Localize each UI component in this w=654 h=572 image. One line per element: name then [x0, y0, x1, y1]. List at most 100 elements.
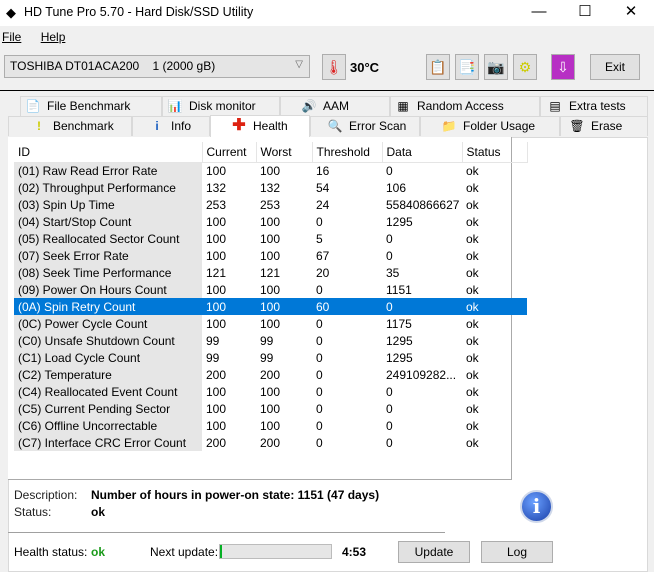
tab-disk-monitor[interactable]: 📊 Disk monitor — [162, 96, 280, 116]
raw-data: 1295 — [386, 214, 413, 229]
table-row[interactable]: (0A) Spin Retry Count 100 100 60 0 ok — [14, 298, 527, 315]
maximize-button[interactable]: ☐ — [562, 0, 608, 26]
copy-button[interactable]: 📋 — [426, 54, 450, 80]
column-header[interactable]: Threshold — [312, 142, 383, 163]
table-row[interactable]: (C5) Current Pending Sector 100 100 0 0 ok — [14, 400, 527, 417]
screenshot-button[interactable]: 📷 — [484, 54, 508, 80]
worst-value: 100 — [256, 298, 312, 315]
status: ok — [462, 298, 527, 315]
save-button[interactable]: ⇩ — [551, 54, 575, 80]
tab-label: Benchmark — [53, 119, 114, 133]
raw-data: 249109282... — [386, 367, 457, 382]
status: ok — [466, 350, 479, 365]
worst-value: 100 — [260, 163, 281, 178]
tab-info[interactable]: i Info — [132, 116, 210, 136]
copy-all-button[interactable]: 📑 — [455, 54, 479, 80]
threshold-value: 0 — [316, 435, 323, 450]
file-benchmark-icon: 📄 — [25, 99, 41, 113]
menu-file[interactable]: File — [0, 28, 25, 44]
close-button[interactable]: ✕ — [608, 0, 654, 26]
worst-value: 100 — [260, 418, 281, 433]
tab-file-benchmark[interactable]: 📄 File Benchmark — [20, 96, 162, 116]
raw-data: 1151 — [386, 282, 412, 297]
worst-value: 121 — [260, 265, 281, 280]
divider — [0, 90, 654, 91]
column-header[interactable]: Status — [462, 142, 528, 163]
menu-help[interactable]: Help — [39, 28, 70, 44]
trash-icon: 🗑 — [569, 119, 585, 133]
temperature-button[interactable]: 🌡 — [322, 54, 346, 80]
table-row[interactable]: (08) Seek Time Performance 121 121 20 35 ok — [14, 264, 527, 281]
column-header[interactable]: Data — [382, 142, 463, 163]
threshold-value: 0 — [316, 316, 323, 331]
table-row[interactable]: (07) Seek Error Rate 100 100 67 0 ok — [14, 247, 527, 264]
tab-label: AAM — [323, 99, 350, 113]
tab-benchmark[interactable]: ! Benchmark — [8, 116, 132, 136]
tab-health[interactable]: ✚ Health — [210, 115, 310, 137]
threshold-value: 0 — [316, 214, 323, 229]
worst-value: 253 — [260, 197, 281, 212]
table-row[interactable]: (C1) Load Cycle Count 99 99 0 1295 ok — [14, 349, 527, 366]
attribute-id: (C4) Reallocated Event Count — [14, 383, 202, 400]
update-button[interactable]: Update — [398, 541, 470, 563]
table-row[interactable]: (01) Raw Read Error Rate 100 100 16 0 ok — [14, 162, 527, 179]
table-row[interactable]: (C6) Offline Uncorrectable 100 100 0 0 ok — [14, 417, 527, 434]
minimize-button[interactable]: — — [516, 0, 562, 26]
red-cross-icon: ✚ — [232, 117, 246, 134]
table-row[interactable]: (02) Throughput Performance 132 132 54 106 ok — [14, 179, 527, 196]
status: ok — [466, 367, 479, 382]
table-row[interactable]: (05) Reallocated Sector Count 100 100 5 0 ok — [14, 230, 527, 247]
current-value: 100 — [206, 401, 227, 416]
column-header[interactable]: ID — [14, 142, 203, 163]
raw-data: 106 — [386, 180, 407, 195]
raw-data: 1295 — [386, 333, 413, 348]
temperature-value: 30°C — [350, 60, 380, 75]
table-row[interactable]: (C0) Unsafe Shutdown Count 99 99 0 1295 ok — [14, 332, 527, 349]
raw-data: 0 — [386, 435, 393, 450]
raw-data: 0 — [382, 298, 462, 315]
tab-error-scan[interactable]: 🔍 Error Scan — [310, 116, 420, 136]
raw-data: 1175 — [386, 316, 412, 331]
worst-value: 100 — [260, 316, 281, 331]
status: ok — [466, 197, 479, 212]
current-value: 100 — [206, 214, 227, 229]
status: ok — [466, 163, 479, 178]
tab-erase[interactable]: 🗑 Erase — [560, 116, 648, 136]
tab-label: Health — [253, 119, 288, 133]
tab-label: Error Scan — [349, 119, 407, 133]
threshold-value: 0 — [316, 367, 323, 382]
options-button[interactable]: ⚙ — [513, 54, 537, 80]
table-row[interactable]: (09) Power On Hours Count 100 100 0 1151 ok — [14, 281, 527, 298]
description-label: Description: — [14, 488, 78, 502]
current-value: 100 — [206, 248, 227, 263]
divider — [8, 532, 445, 533]
calculator-icon: ▤ — [549, 99, 561, 113]
worst-value: 99 — [260, 350, 274, 365]
status: ok — [466, 418, 479, 433]
tab-aam[interactable]: 🔊 AAM — [280, 96, 390, 116]
threshold-value: 0 — [316, 333, 323, 348]
table-row[interactable]: (C4) Reallocated Event Count 100 100 0 0 ok — [14, 383, 527, 400]
attribute-id: (C1) Load Cycle Count — [14, 349, 202, 366]
drive-select[interactable]: TOSHIBA DT01ACA200 1 (2000 gB) ▽ — [4, 55, 310, 78]
attribute-id: (0A) Spin Retry Count — [14, 298, 202, 315]
table-row[interactable]: (C2) Temperature 200 200 0 249109282... ok — [14, 366, 527, 383]
status: ok — [466, 214, 479, 229]
column-header[interactable]: Worst — [256, 142, 313, 163]
table-row[interactable]: (03) Spin Up Time 253 253 24 55840866627 ok — [14, 196, 527, 213]
table-row[interactable]: (04) Start/Stop Count 100 100 0 1295 ok — [14, 213, 527, 230]
attribute-id: (08) Seek Time Performance — [14, 264, 202, 281]
log-button[interactable]: Log — [481, 541, 553, 563]
current-value: 100 — [202, 298, 256, 315]
speaker-icon: 🔊 — [301, 99, 317, 113]
tab-folder-usage[interactable]: 📁 Folder Usage — [420, 116, 560, 136]
progress-fill — [220, 545, 223, 558]
current-value: 100 — [206, 418, 227, 433]
tab-extra-tests[interactable]: ▤ Extra tests — [540, 96, 648, 116]
table-row[interactable]: (0C) Power Cycle Count 100 100 0 1175 ok — [14, 315, 527, 332]
table-row[interactable]: (C7) Interface CRC Error Count 200 200 0 0 ok — [14, 434, 527, 451]
status: ok — [466, 401, 479, 416]
tab-random-access[interactable]: ▦ Random Access — [390, 96, 540, 116]
exit-button[interactable]: Exit — [590, 54, 640, 80]
column-header[interactable]: Current — [202, 142, 257, 163]
